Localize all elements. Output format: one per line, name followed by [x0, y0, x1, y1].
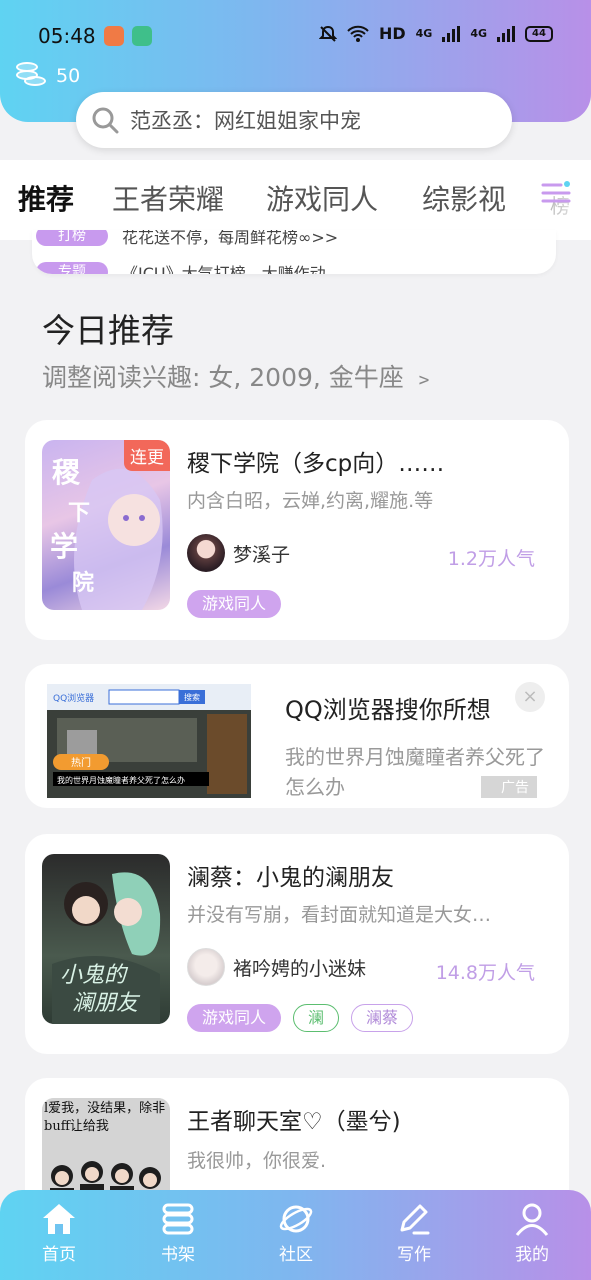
- svg-text:小鬼的: 小鬼的: [60, 963, 129, 988]
- coins-icon: [16, 60, 48, 92]
- notification-app-icon-2: [132, 26, 152, 46]
- book-tags: 游戏同人: [187, 590, 282, 618]
- bookshelf-icon: [162, 1203, 194, 1235]
- battery-indicator: 44: [525, 25, 553, 42]
- tab-recommend[interactable]: 推荐: [18, 178, 74, 218]
- author-avatar: [187, 534, 225, 572]
- cover-text: l爱我，没结果，除非buff让给我: [44, 1101, 166, 1134]
- ad-label: 广告: [481, 776, 537, 798]
- search-bar[interactable]: [76, 92, 512, 148]
- author-avatar: [187, 948, 225, 986]
- ranking-banner-card[interactable]: 打榜 花花送不停，每周鲜花榜∞>> 专题 《ICU》大气打榜，大赚作动: [32, 230, 556, 274]
- nav-home[interactable]: 首页: [24, 1202, 94, 1265]
- book-description: 并没有写崩，看封面就知道是大女…: [187, 904, 492, 926]
- book-author[interactable]: 褚吟娉的小迷妹: [187, 948, 366, 986]
- ad-title: QQ浏览器搜你所想: [285, 696, 491, 724]
- pen-icon: [400, 1204, 430, 1235]
- mute-bell-icon: [318, 25, 337, 42]
- ad-image-caption: 我的世界月蚀魔瞳者养父死了怎么办: [57, 775, 185, 785]
- nav-home-label: 首页: [42, 1245, 76, 1265]
- tab-honor-of-kings[interactable]: 王者荣耀: [112, 178, 224, 218]
- planet-icon: [279, 1205, 313, 1233]
- ranking-pill-2: 专题: [36, 262, 108, 274]
- search-icon: [92, 107, 119, 134]
- ranking-row-2[interactable]: 专题 《ICU》大气打榜，大赚作动: [36, 260, 326, 274]
- ranking-text-2: 《ICU》大气打榜，大赚作动: [122, 264, 326, 274]
- search-input[interactable]: [130, 108, 490, 132]
- nav-bookshelf[interactable]: 书架: [143, 1202, 213, 1265]
- nav-bookshelf-label: 书架: [161, 1245, 195, 1265]
- book-card[interactable]: 小鬼的 澜朋友 澜蔡：小鬼的澜朋友 并没有写崩，看封面就知道是大女… 褚吟娉的小…: [25, 834, 569, 1054]
- book-card[interactable]: 稷 下 学 院 连更 稷下学院（多cp向）…… 内含白昭，云婵,约离,耀施.等 …: [25, 420, 569, 640]
- ad-image-search-button: 搜索: [184, 692, 200, 702]
- author-name: 褚吟娉的小迷妹: [233, 957, 367, 980]
- coin-count: 50: [56, 65, 81, 87]
- ranking-pill-1: 打榜: [36, 230, 108, 246]
- book-popularity: 1.2万人气: [447, 548, 535, 570]
- tag-lan-cai[interactable]: 澜蔡: [351, 1004, 414, 1032]
- status-time: 05:48: [38, 24, 96, 48]
- signal-4g-label-1: 4G: [415, 27, 433, 40]
- book-title: 王者聊天室♡（墨兮): [187, 1109, 401, 1135]
- menu-icon: [541, 181, 571, 203]
- serializing-badge: 连更: [124, 440, 170, 471]
- book-cover: 小鬼的 澜朋友: [42, 854, 170, 1024]
- nav-write[interactable]: 写作: [379, 1202, 449, 1265]
- ad-image[interactable]: QQ浏览器 搜索 热门 我的世界月蚀魔瞳者养父死了怎么办: [47, 684, 251, 798]
- category-tabs: 推荐 王者荣耀 游戏同人 综影视 榜: [0, 160, 591, 240]
- ad-image-brand: QQ浏览器: [53, 692, 94, 704]
- nav-write-label: 写作: [397, 1245, 431, 1265]
- network-hd-label: HD: [378, 24, 406, 43]
- ad-image-hot-label: 热门: [71, 756, 91, 769]
- coin-balance[interactable]: 50: [16, 60, 80, 92]
- ranking-text-1: 花花送不停，每周鲜花榜∞>>: [122, 230, 339, 247]
- user-icon: [515, 1203, 549, 1236]
- tag-game-fanfic[interactable]: 游戏同人: [187, 590, 282, 618]
- signal-bars-icon-2: [497, 25, 515, 42]
- ad-screenshot-illustration: QQ浏览器 搜索 热门 我的世界月蚀魔瞳者养父死了怎么办: [47, 684, 251, 798]
- ranking-row-1[interactable]: 打榜 花花送不停，每周鲜花榜∞>>: [36, 230, 338, 248]
- book-tags: 游戏同人 澜 澜蔡: [187, 1004, 414, 1032]
- status-bar: 05:48 HD 4G 4G 44: [0, 0, 591, 70]
- nav-profile[interactable]: 我的: [497, 1202, 567, 1265]
- book-cover: 稷 下 学 院 连更: [42, 440, 170, 610]
- signal-bars-icon-1: [442, 25, 461, 42]
- book-author[interactable]: 梦溪子: [187, 534, 290, 572]
- close-icon[interactable]: ×: [515, 682, 545, 712]
- tag-game-fanfic[interactable]: 游戏同人: [187, 1004, 282, 1032]
- section-title: 今日推荐: [42, 311, 174, 350]
- nav-community[interactable]: 社区: [261, 1202, 331, 1265]
- notification-app-icon-1: [104, 26, 124, 46]
- tab-game-fanfic[interactable]: 游戏同人: [266, 178, 378, 218]
- nav-community-label: 社区: [279, 1245, 313, 1265]
- svg-text:学: 学: [50, 530, 78, 563]
- book-title: 澜蔡：小鬼的澜朋友: [187, 865, 394, 891]
- book-title: 稷下学院（多cp向）……: [187, 451, 445, 477]
- svg-text:稷: 稷: [52, 456, 81, 489]
- tab-menu-button[interactable]: [531, 170, 591, 230]
- book-description: 我很帅，你很爱.: [187, 1150, 327, 1172]
- tab-film-tv[interactable]: 综影视: [422, 178, 506, 218]
- svg-text:下: 下: [68, 500, 90, 526]
- bottom-navigation: 首页 书架 社区 写作 我的: [0, 1190, 591, 1280]
- home-icon: [43, 1204, 75, 1234]
- signal-4g-label-2: 4G: [470, 27, 487, 40]
- book-description: 内含白昭，云婵,约离,耀施.等: [187, 490, 434, 512]
- reading-interest-link[interactable]: 调整阅读兴趣: 女, 2009, 金牛座 ﹥: [42, 358, 437, 394]
- nav-profile-label: 我的: [515, 1245, 549, 1265]
- cover-illustration: 小鬼的 澜朋友: [52, 872, 161, 1024]
- book-popularity: 14.8万人气: [435, 962, 535, 984]
- author-name: 梦溪子: [233, 543, 291, 566]
- ad-card[interactable]: QQ浏览器 搜索 热门 我的世界月蚀魔瞳者养父死了怎么办 QQ浏览器搜你所想 我…: [25, 664, 569, 808]
- wifi-icon: [347, 25, 369, 42]
- svg-text:院: 院: [72, 570, 94, 596]
- svg-text:澜朋友: 澜朋友: [72, 991, 141, 1016]
- tag-lan[interactable]: 澜: [293, 1004, 340, 1032]
